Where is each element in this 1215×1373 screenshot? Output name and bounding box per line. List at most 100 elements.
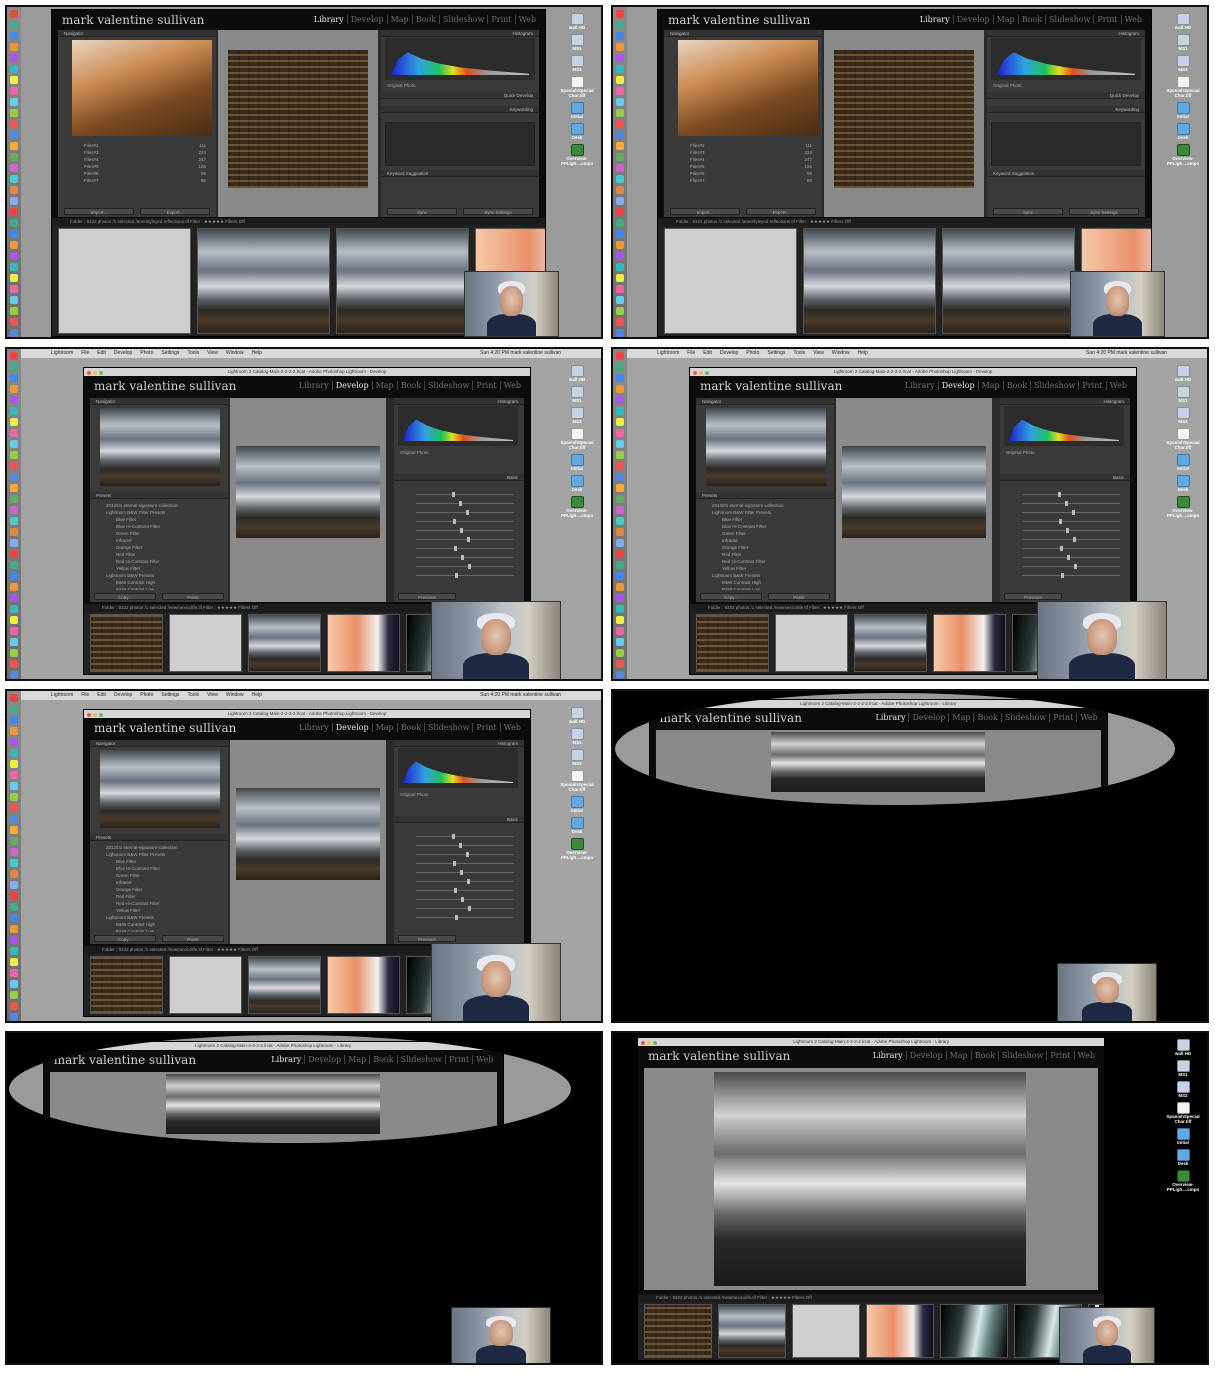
basic-header[interactable]: Basic (394, 474, 524, 481)
module-slideshow[interactable]: Slideshow (425, 381, 474, 390)
image-area[interactable] (218, 30, 378, 217)
module-develop[interactable]: Develop (906, 1051, 947, 1060)
preset-item[interactable]: Infrared (92, 879, 226, 886)
module-print[interactable]: Print (473, 381, 501, 390)
dock-app-icon[interactable] (616, 87, 624, 95)
dock-app-icon[interactable] (616, 616, 624, 624)
preset-item[interactable]: B&W Contrast Low (698, 586, 832, 590)
preset-item[interactable]: Red Hi-Contrast Filter (92, 558, 226, 565)
dock-app-icon[interactable] (616, 230, 624, 238)
dock-app-icon[interactable] (616, 671, 624, 679)
desktop-icon[interactable]: Initial (557, 102, 597, 119)
dock-app-icon[interactable] (10, 43, 18, 51)
dock-app-icon[interactable] (616, 396, 624, 404)
desktop-icon[interactable]: Desk (557, 475, 597, 492)
dock-app-icon[interactable] (10, 528, 18, 536)
dock-app-icon[interactable] (616, 274, 624, 282)
dock-app-icon[interactable] (616, 407, 624, 415)
folder-row[interactable]: Files#4 247 (668, 156, 818, 163)
dock-app-icon[interactable] (10, 804, 18, 812)
folder-row[interactable]: Files#6 96 (668, 170, 818, 177)
slider-thumb[interactable] (466, 852, 469, 857)
module-map[interactable]: Map (946, 1051, 972, 1060)
folder-row[interactable]: Files#2 111 (668, 142, 818, 149)
dock-app-icon[interactable] (10, 881, 18, 889)
original-photo-label[interactable]: Original Photo (387, 83, 416, 88)
menu-item[interactable]: Develop (114, 350, 132, 356)
dock-app-icon[interactable] (616, 649, 624, 657)
window-control-button[interactable] (87, 713, 91, 717)
dock-app-icon[interactable] (616, 440, 624, 448)
menu-item[interactable]: Window (226, 350, 244, 356)
dock-app-icon[interactable] (616, 32, 624, 40)
filters-off-select[interactable]: Filters Off (238, 947, 257, 952)
dock-app-icon[interactable] (616, 495, 624, 503)
window-control-button[interactable] (93, 371, 97, 375)
sync-button[interactable]: Sync (387, 208, 457, 215)
filters-off-select[interactable]: Filters Off (238, 605, 257, 610)
adjustment-slider[interactable] (1022, 575, 1120, 576)
preset-item[interactable]: Red Filter (92, 893, 226, 900)
preset-item[interactable]: Lightroom B&W Filter Presets (698, 509, 832, 516)
module-book[interactable]: Book (397, 381, 426, 390)
preset-item[interactable]: Red Hi-Contrast Filter (92, 900, 226, 907)
folder-row[interactable]: Files#7 80 (668, 177, 818, 184)
module-web[interactable]: Web (1075, 1051, 1098, 1060)
module-print[interactable]: Print (1079, 381, 1107, 390)
adjustment-slider[interactable] (416, 503, 514, 504)
dock-app-icon[interactable] (616, 252, 624, 260)
dock-app-icon[interactable] (616, 374, 624, 382)
dock-app-icon[interactable] (10, 109, 18, 117)
copy-button[interactable]: Copy... (700, 593, 762, 600)
paste-button[interactable]: Paste (768, 593, 830, 600)
dock-app-icon[interactable] (616, 517, 624, 525)
slider-thumb[interactable] (461, 897, 464, 902)
filmstrip-thumbnail[interactable] (792, 1304, 860, 1358)
image-area[interactable] (644, 1068, 1098, 1290)
module-print[interactable]: Print (488, 15, 516, 24)
desktop-icon[interactable]: Overview-PPLigh....cmpo (1163, 1170, 1203, 1192)
module-print[interactable]: Print (445, 1055, 474, 1064)
dock-app-icon[interactable] (10, 506, 18, 514)
module-book[interactable]: Book (971, 1051, 1000, 1060)
module-slideshow[interactable]: Slideshow (397, 1055, 446, 1064)
copy-button[interactable]: Copy... (94, 935, 156, 942)
dock-app-icon[interactable] (10, 782, 18, 790)
adjustment-slider[interactable] (416, 917, 514, 918)
menu-item[interactable]: File (81, 692, 89, 698)
menu-item[interactable]: Develop (114, 692, 132, 698)
presets-header[interactable]: Presets (696, 492, 834, 499)
dock-app-icon[interactable] (10, 980, 18, 988)
mac-dock[interactable] (7, 349, 21, 679)
dock-app-icon[interactable] (10, 451, 18, 459)
filters-off-select[interactable]: Filters Off (792, 1295, 811, 1300)
dock-app-icon[interactable] (616, 539, 624, 547)
dock-app-icon[interactable] (10, 826, 18, 834)
window-control-button[interactable] (99, 371, 103, 375)
dock-app-icon[interactable] (10, 958, 18, 966)
preset-item[interactable]: Lightroom B&W Filter Presets (92, 851, 226, 858)
navigator-header[interactable]: Navigator (90, 398, 228, 405)
desktop-icon[interactable]: SpanishSpecial Char.tiff (557, 76, 597, 98)
navigator-header[interactable]: Navigator (90, 740, 228, 747)
keyword-suggestions-header[interactable]: Keyword Suggestion (381, 170, 539, 177)
navigator-header[interactable]: Navigator (664, 30, 822, 37)
desktop-icon[interactable]: SpanishSpecial Char.tiff (557, 428, 597, 450)
histogram-header[interactable]: Histogram (394, 740, 524, 747)
dock-app-icon[interactable] (10, 230, 18, 238)
module-slideshow[interactable]: Slideshow (1046, 15, 1095, 24)
preset-item[interactable]: Yellow Filter (92, 565, 226, 572)
menu-item[interactable]: File (687, 350, 695, 356)
preset-item[interactable]: Orange Filter (698, 544, 832, 551)
module-library[interactable]: Library (295, 381, 333, 390)
dock-app-icon[interactable] (616, 142, 624, 150)
dock-app-icon[interactable] (616, 197, 624, 205)
module-book[interactable]: Book (1018, 15, 1047, 24)
dock-app-icon[interactable] (10, 241, 18, 249)
paste-button[interactable]: Paste (162, 593, 224, 600)
dock-app-icon[interactable] (10, 10, 18, 18)
dock-app-icon[interactable] (10, 760, 18, 768)
navigator-header[interactable]: Navigator (696, 398, 834, 405)
module-map[interactable]: Map (949, 713, 975, 722)
dock-app-icon[interactable] (616, 594, 624, 602)
